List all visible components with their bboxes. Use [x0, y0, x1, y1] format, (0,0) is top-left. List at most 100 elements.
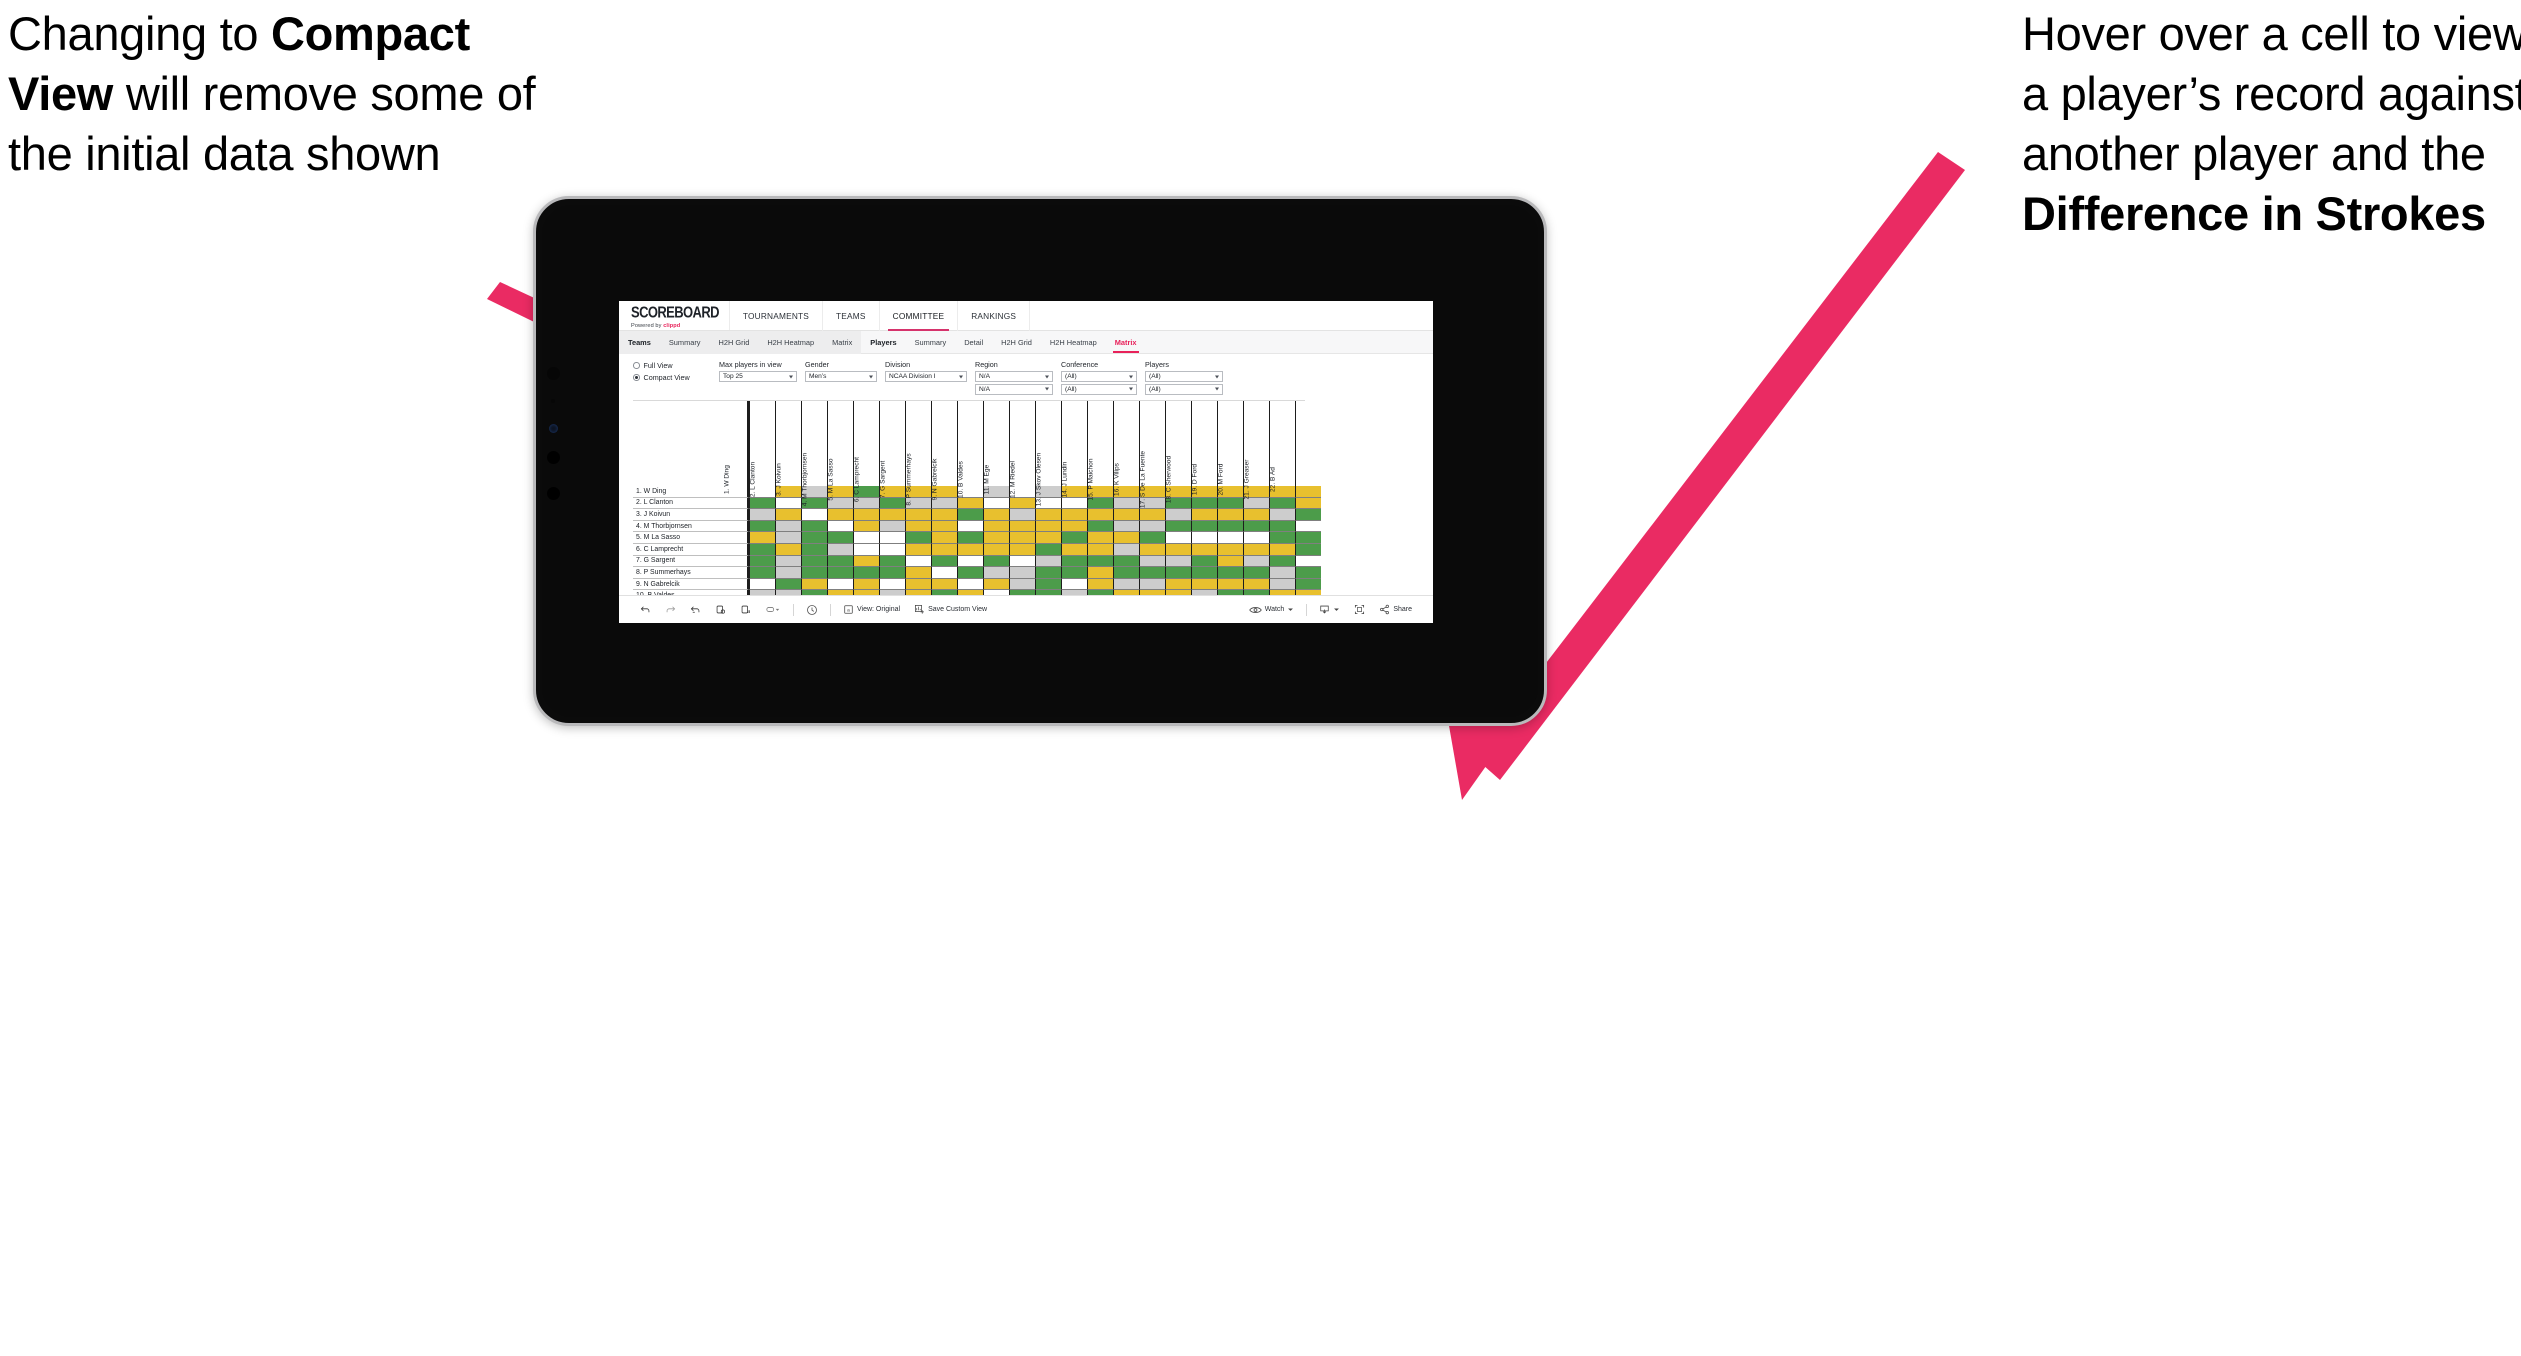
matrix-cell[interactable] [905, 520, 931, 533]
matrix-cell[interactable] [1113, 567, 1139, 579]
matrix-cell[interactable] [1295, 555, 1321, 568]
matrix-cell[interactable] [749, 543, 775, 556]
matrix-cell[interactable] [749, 578, 775, 591]
matrix-cell[interactable] [1061, 543, 1087, 556]
matrix-cell[interactable] [957, 520, 983, 533]
matrix-cell[interactable] [827, 578, 853, 591]
matrix-cell[interactable] [879, 520, 905, 533]
subtab-players-detail[interactable]: Detail [955, 331, 992, 354]
matrix-cell[interactable] [879, 555, 905, 568]
matrix-cell[interactable] [827, 532, 853, 544]
matrix-cell[interactable] [931, 543, 957, 556]
matrix-cell[interactable] [983, 520, 1009, 533]
matrix-cell[interactable] [1191, 543, 1217, 556]
matrix-cell[interactable] [1165, 532, 1191, 544]
matrix-cell[interactable] [957, 555, 983, 568]
matrix-cell[interactable] [1087, 578, 1113, 591]
matrix-cell[interactable] [1009, 520, 1035, 533]
radio-compact-view[interactable]: Compact View [633, 373, 719, 382]
matrix-cell[interactable] [801, 555, 827, 568]
matrix-cell[interactable] [1243, 532, 1269, 544]
matrix-cell[interactable] [1217, 555, 1243, 568]
matrix-cell[interactable] [931, 532, 957, 544]
subtab-players-summary[interactable]: Summary [906, 331, 956, 354]
conference-select-1[interactable]: (All) [1061, 371, 1137, 382]
redo-button[interactable] [658, 596, 683, 624]
matrix-cell[interactable] [1165, 543, 1191, 556]
matrix-cell[interactable] [1269, 578, 1295, 591]
fullscreen-button[interactable] [1347, 596, 1372, 624]
subtab-teams-summary[interactable]: Summary [660, 331, 710, 354]
matrix-cell[interactable] [1087, 543, 1113, 556]
matrix-cell[interactable] [1087, 555, 1113, 568]
matrix-cell[interactable] [1061, 520, 1087, 533]
matrix-cell[interactable] [1113, 578, 1139, 591]
matrix-cell[interactable] [1061, 567, 1087, 579]
matrix-cell[interactable] [1035, 520, 1061, 533]
matrix-cell[interactable] [827, 543, 853, 556]
matrix-cell[interactable] [931, 520, 957, 533]
division-select[interactable]: NCAA Division I [885, 371, 967, 382]
matrix-cell[interactable] [749, 532, 775, 544]
matrix-cell[interactable] [1165, 520, 1191, 533]
share-button[interactable]: Share [1372, 596, 1419, 624]
region-select-2[interactable]: N/A [975, 383, 1053, 395]
matrix-cell[interactable] [931, 578, 957, 591]
matrix-cell[interactable] [853, 520, 879, 533]
download-button[interactable] [1312, 596, 1347, 624]
pause-updates-button[interactable] [733, 596, 758, 624]
matrix-cell[interactable] [983, 555, 1009, 568]
matrix-cell[interactable] [1165, 578, 1191, 591]
matrix-cell[interactable] [801, 543, 827, 556]
matrix-cell[interactable] [1295, 567, 1321, 579]
matrix-cell[interactable] [879, 567, 905, 579]
matrix-cell[interactable] [1087, 567, 1113, 579]
matrix-cell[interactable] [1243, 543, 1269, 556]
matrix-cell[interactable] [931, 567, 957, 579]
matrix-cell[interactable] [1009, 567, 1035, 579]
matrix-cell[interactable] [853, 543, 879, 556]
matrix-cell[interactable] [1269, 520, 1295, 533]
matrix-cell[interactable] [1165, 555, 1191, 568]
matrix-cell[interactable] [1009, 555, 1035, 568]
matrix-cell[interactable] [983, 543, 1009, 556]
matrix-cell[interactable] [1139, 543, 1165, 556]
subtab-teams-h2h-grid[interactable]: H2H Grid [710, 331, 759, 354]
conference-select-2[interactable]: (All) [1061, 383, 1137, 395]
matrix-cell[interactable] [1087, 520, 1113, 533]
matrix-cell[interactable] [827, 555, 853, 568]
gender-select[interactable]: Men’s [805, 371, 877, 382]
nav-item-rankings[interactable]: RANKINGS [958, 301, 1031, 331]
matrix-cell[interactable] [1061, 532, 1087, 544]
matrix-cell[interactable] [749, 520, 775, 533]
players-select-1[interactable]: (All) [1145, 371, 1223, 382]
matrix-cell[interactable] [905, 555, 931, 568]
matrix-cell[interactable] [983, 578, 1009, 591]
matrix-cell[interactable] [1113, 520, 1139, 533]
matrix-cell[interactable] [853, 532, 879, 544]
matrix-cell[interactable] [1243, 567, 1269, 579]
matrix-cell[interactable] [749, 555, 775, 568]
nav-item-teams[interactable]: TEAMS [823, 301, 880, 331]
matrix-cell[interactable] [775, 543, 801, 556]
matrix-cell[interactable] [905, 567, 931, 579]
matrix-cell[interactable] [775, 578, 801, 591]
matrix-cell[interactable] [1217, 567, 1243, 579]
matrix-cell[interactable] [1295, 578, 1321, 591]
subtab-players-h2h-heatmap[interactable]: H2H Heatmap [1041, 331, 1106, 354]
subtab-teams-h2h-heatmap[interactable]: H2H Heatmap [758, 331, 823, 354]
matrix-cell[interactable] [1295, 520, 1321, 533]
matrix-cell[interactable] [879, 578, 905, 591]
region-select-1[interactable]: N/A [975, 371, 1053, 382]
matrix-cell[interactable] [1035, 543, 1061, 556]
matrix-cell[interactable] [749, 567, 775, 579]
matrix-cell[interactable] [1009, 578, 1035, 591]
view-original-button[interactable]: a View: Original [836, 596, 907, 624]
matrix-cell[interactable] [1217, 520, 1243, 533]
matrix-cell[interactable] [931, 555, 957, 568]
matrix-cell[interactable] [827, 567, 853, 579]
matrix-cell[interactable] [1191, 567, 1217, 579]
matrix-cell[interactable] [801, 532, 827, 544]
matrix-cell[interactable] [1165, 567, 1191, 579]
matrix-cell[interactable] [1217, 532, 1243, 544]
